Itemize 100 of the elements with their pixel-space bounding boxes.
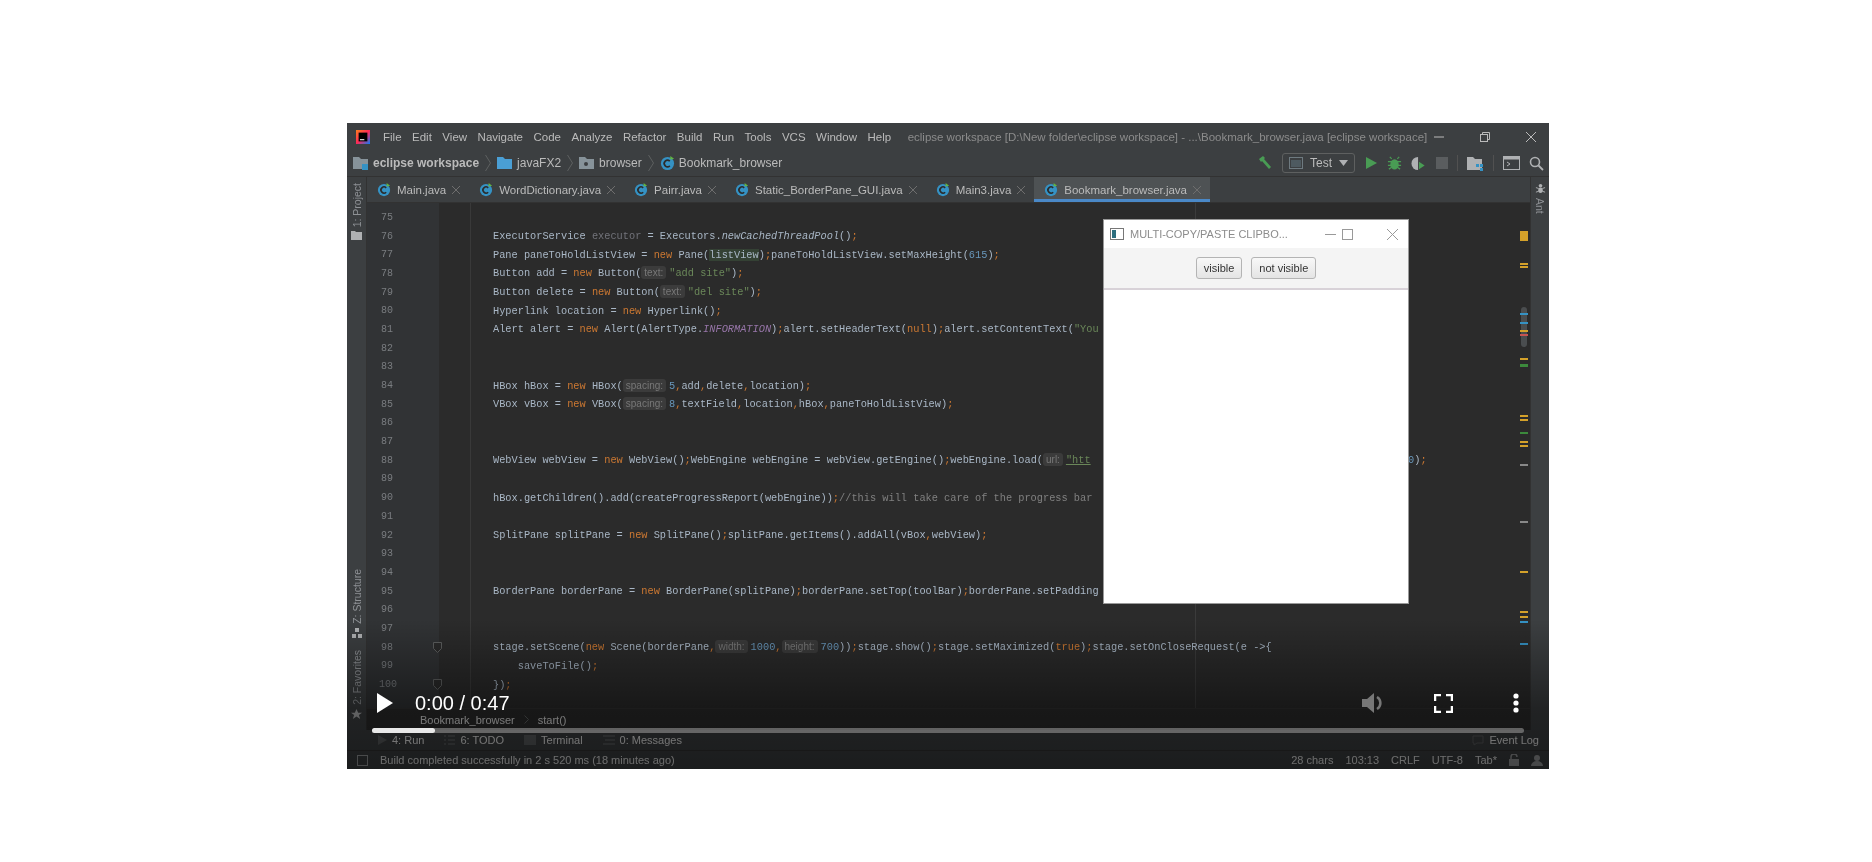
code-line: Pane paneToHoldListView = new Pane(listView);paneToHoldListView.setMaxHeight(615); xyxy=(493,248,1000,261)
menu-item[interactable]: Help xyxy=(867,130,892,143)
stop-icon[interactable] xyxy=(1436,157,1448,169)
line-number: 80 xyxy=(380,305,393,317)
window-icon xyxy=(1289,157,1303,169)
line-number: 95 xyxy=(380,585,393,597)
code-line: ExecutorService executor = Executors.newCachedThreadPool(); xyxy=(493,230,858,243)
status-item[interactable]: UTF-8 xyxy=(1431,754,1463,766)
error-stripe-mark[interactable] xyxy=(1520,571,1528,573)
menu-item[interactable]: Run xyxy=(712,130,735,143)
tool-window-button[interactable]: 1: Project xyxy=(350,183,363,228)
menu-item[interactable]: Edit xyxy=(412,130,432,143)
fold-marker-icon[interactable] xyxy=(433,679,442,691)
menu-item[interactable]: Tools xyxy=(744,130,772,143)
panel-toggle-icon[interactable] xyxy=(357,754,368,766)
package-icon xyxy=(579,156,596,170)
editor-tab[interactable]: Pairr.java xyxy=(624,177,725,202)
hammer-icon[interactable] xyxy=(1257,155,1273,171)
status-item[interactable]: Tab* xyxy=(1474,754,1497,766)
class-icon xyxy=(634,182,649,197)
menu-item[interactable]: Refactor xyxy=(622,130,667,143)
breadcrumb-item[interactable]: Bookmark_browser xyxy=(420,713,515,726)
menu-item[interactable]: Code xyxy=(533,130,561,143)
window-icon[interactable] xyxy=(1503,156,1520,170)
app-logo-icon xyxy=(356,129,370,144)
tool-window-button[interactable]: Ant xyxy=(1534,198,1546,214)
status-item[interactable]: 28 chars xyxy=(1291,754,1334,766)
fold-marker-icon[interactable] xyxy=(433,641,442,653)
tool-window-button[interactable]: Z: Structure xyxy=(350,569,363,625)
play-icon[interactable] xyxy=(377,693,393,713)
chevron-icon xyxy=(647,154,654,172)
error-stripe-mark[interactable] xyxy=(1520,464,1528,466)
toggle-button[interactable]: not visible xyxy=(1251,257,1317,279)
breadcrumb-item[interactable]: browser xyxy=(599,156,642,170)
editor-tab[interactable]: Static_BorderPane_GUI.java xyxy=(725,177,926,202)
project-structure-icon[interactable] xyxy=(1467,155,1484,171)
menu-item[interactable]: Window xyxy=(816,130,857,143)
error-stripe-mark[interactable] xyxy=(1520,231,1528,241)
close-icon[interactable] xyxy=(1525,130,1537,143)
code-line: Button add = new Button( text: "add site"); xyxy=(493,267,744,280)
class-icon xyxy=(935,182,950,197)
code-line: }); xyxy=(493,678,512,691)
class-icon xyxy=(735,182,749,197)
line-number: 81 xyxy=(380,323,393,335)
menu-item[interactable]: Analyze xyxy=(571,130,613,143)
menu-item[interactable]: Build xyxy=(676,130,703,143)
bug-icon[interactable] xyxy=(1387,155,1402,171)
video-progress-bar[interactable] xyxy=(372,728,1524,733)
tool-window-button[interactable]: 4: Run xyxy=(377,734,425,746)
coverage-icon[interactable] xyxy=(1411,155,1427,171)
status-item[interactable]: CRLF xyxy=(1391,754,1420,766)
restore-icon[interactable] xyxy=(1479,130,1491,143)
class-icon xyxy=(479,182,494,197)
error-stripe-mark[interactable] xyxy=(1520,643,1528,645)
breadcrumb-item[interactable]: eclipse workspace xyxy=(373,156,480,170)
line-number: 89 xyxy=(380,473,393,485)
editor-tab[interactable]: Main3.java xyxy=(925,177,1035,202)
line-number: 90 xyxy=(380,492,393,504)
breadcrumb-item[interactable]: Bookmark_browser xyxy=(678,156,783,170)
code-line: VBox vBox = new VBox( spacing: 8,textField,location,hBox,paneToHoldListView); xyxy=(493,398,954,411)
search-icon[interactable] xyxy=(1529,155,1544,171)
toggle-button[interactable]: visible xyxy=(1195,257,1243,279)
menu-item[interactable]: Navigate xyxy=(477,130,523,143)
editor-tab[interactable]: WordDictionary.java xyxy=(469,177,625,202)
line-number: 79 xyxy=(380,286,393,298)
breadcrumb-item[interactable]: javaFX2 xyxy=(517,156,562,170)
tool-window-button[interactable]: 0: Messages xyxy=(602,734,682,746)
line-number: 93 xyxy=(380,548,393,560)
line-number: 88 xyxy=(380,454,393,466)
status-item[interactable]: 103:13 xyxy=(1345,754,1380,766)
menu-item[interactable]: File xyxy=(383,130,402,143)
code-line: 0); xyxy=(1408,454,1427,467)
line-number: 76 xyxy=(380,230,393,242)
menu-item[interactable]: VCS xyxy=(781,130,806,143)
lock-icon[interactable] xyxy=(1509,754,1519,766)
class-icon xyxy=(377,182,391,197)
close-icon[interactable] xyxy=(1387,228,1398,240)
folder-icon xyxy=(351,231,362,241)
menu-item[interactable]: View xyxy=(442,130,468,143)
fullscreen-icon[interactable] xyxy=(1434,693,1453,713)
class-icon xyxy=(659,155,675,171)
maximize-icon[interactable] xyxy=(1342,228,1353,240)
folder-icon xyxy=(497,156,514,170)
code-line: Hyperlink location = new Hyperlink(); xyxy=(493,304,722,317)
code-line: HBox hBox = new HBox( spacing: 5,add,delete,location); xyxy=(493,379,812,392)
structure-icon xyxy=(351,628,362,639)
more-options-icon[interactable] xyxy=(1513,693,1519,713)
event-log-button[interactable]: Event Log xyxy=(1472,734,1539,746)
chevron-icon xyxy=(485,154,492,172)
tool-window-button[interactable]: Terminal xyxy=(524,734,583,746)
tool-window-button[interactable]: 6: TODO xyxy=(444,734,505,746)
error-stripe-mark[interactable] xyxy=(1520,521,1528,523)
person-icon[interactable] xyxy=(1531,754,1543,766)
editor-tab[interactable]: Bookmark_browser.java xyxy=(1034,177,1211,202)
run-icon[interactable] xyxy=(1364,156,1378,170)
line-number: 96 xyxy=(380,604,393,616)
breadcrumb-item[interactable]: start() xyxy=(537,713,567,726)
run-configuration-dropdown[interactable]: Test xyxy=(1282,153,1355,173)
line-number: 82 xyxy=(380,342,393,354)
editor-tab[interactable]: Main.java xyxy=(367,177,470,202)
